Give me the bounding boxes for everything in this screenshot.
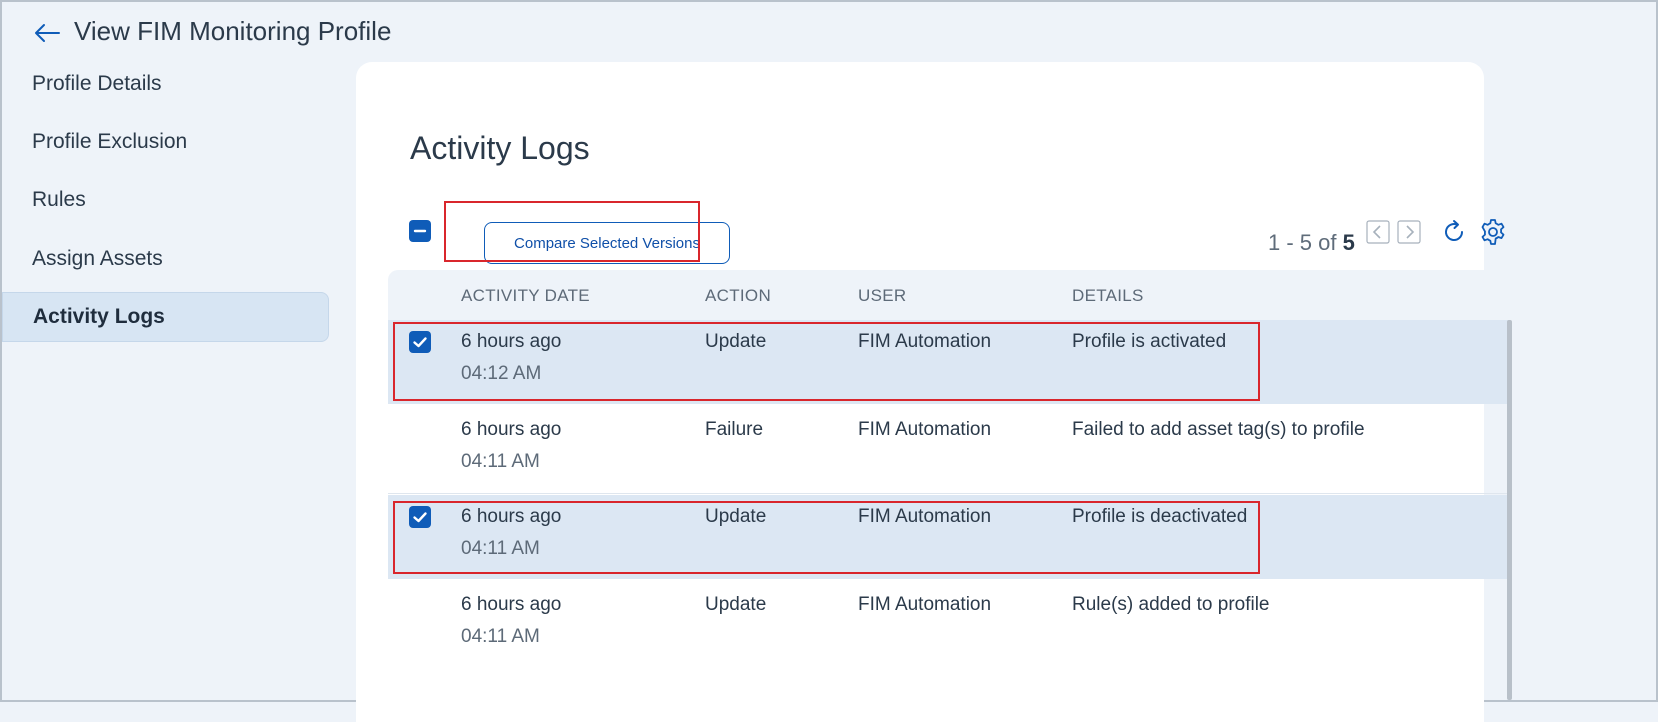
action-cell: Update (705, 331, 767, 352)
column-header-details[interactable]: DETAILS (1072, 286, 1144, 306)
select-all-checkbox[interactable] (409, 220, 431, 242)
activity-date: 6 hours ago (461, 506, 562, 527)
minus-icon (413, 229, 427, 233)
details-cell: Profile is deactivated (1072, 506, 1248, 527)
sidebar-item-profile-exclusion[interactable]: Profile Exclusion (2, 117, 329, 167)
sidebar-item-label: Profile Exclusion (32, 130, 188, 153)
action-cell: Update (705, 506, 767, 527)
activity-date: 6 hours ago (461, 594, 562, 615)
details-cell: Rule(s) added to profile (1072, 594, 1270, 615)
app-frame: View FIM Monitoring Profile Profile Deta… (2, 2, 1656, 722)
activity-time: 04:11 AM (461, 538, 540, 559)
table-scrollbar[interactable] (1507, 320, 1512, 700)
previous-page-icon[interactable] (1366, 220, 1390, 244)
sidebar-item-assign-assets[interactable]: Assign Assets (2, 234, 329, 284)
table-row[interactable]: 6 hours ago 04:11 AM Failure FIM Automat… (388, 408, 1510, 494)
table-row[interactable]: 6 hours ago 04:12 AM Update FIM Automati… (388, 320, 1510, 404)
sidebar-item-label: Activity Logs (33, 305, 165, 328)
checkmark-icon (413, 337, 427, 348)
column-header-action[interactable]: ACTION (705, 286, 771, 306)
settings-gear-icon[interactable] (1478, 217, 1508, 247)
row-checkbox[interactable] (409, 506, 431, 528)
details-cell: Profile is activated (1072, 331, 1227, 352)
checkmark-icon (413, 512, 427, 523)
table-header: ACTIVITY DATE ACTION USER DETAILS (388, 270, 1512, 320)
pagination-range: 1 - 5 of (1268, 230, 1337, 255)
back-arrow-icon[interactable] (32, 20, 62, 46)
row-checkbox[interactable] (409, 331, 431, 353)
action-cell: Failure (705, 419, 764, 440)
page-title: View FIM Monitoring Profile (74, 16, 392, 46)
user-cell: FIM Automation (858, 506, 992, 527)
table-row[interactable]: 6 hours ago 04:11 AM Update FIM Automati… (388, 495, 1510, 579)
next-page-icon[interactable] (1397, 220, 1421, 244)
sidebar-item-profile-details[interactable]: Profile Details (2, 59, 329, 109)
activity-date: 6 hours ago (461, 419, 562, 440)
activity-time: 04:12 AM (461, 363, 542, 384)
column-header-activity-date[interactable]: ACTIVITY DATE (461, 286, 590, 306)
section-title: Activity Logs (410, 130, 590, 166)
sidebar-item-rules[interactable]: Rules (2, 175, 329, 225)
column-header-user[interactable]: USER (858, 286, 906, 306)
row-divider (388, 493, 1510, 494)
user-cell: FIM Automation (858, 594, 992, 615)
compare-selected-versions-button[interactable]: Compare Selected Versions (484, 222, 730, 264)
sidebar-item-label: Rules (32, 188, 86, 211)
table-row[interactable]: 6 hours ago 04:11 AM Update FIM Automati… (388, 583, 1510, 667)
sidebar-item-activity-logs[interactable]: Activity Logs (2, 292, 329, 342)
details-cell: Failed to add asset tag(s) to profile (1072, 419, 1365, 440)
user-cell: FIM Automation (858, 331, 992, 352)
activity-date: 6 hours ago (461, 331, 562, 352)
refresh-icon[interactable] (1440, 218, 1468, 246)
activity-time: 04:11 AM (461, 626, 540, 647)
sidebar-item-label: Profile Details (32, 72, 162, 95)
pagination-total: 5 (1342, 230, 1355, 255)
activity-time: 04:11 AM (461, 451, 540, 472)
pagination-summary: 1 - 5 of 5 (1268, 230, 1355, 256)
action-cell: Update (705, 594, 767, 615)
user-cell: FIM Automation (858, 419, 992, 440)
sidebar-item-label: Assign Assets (32, 247, 163, 270)
